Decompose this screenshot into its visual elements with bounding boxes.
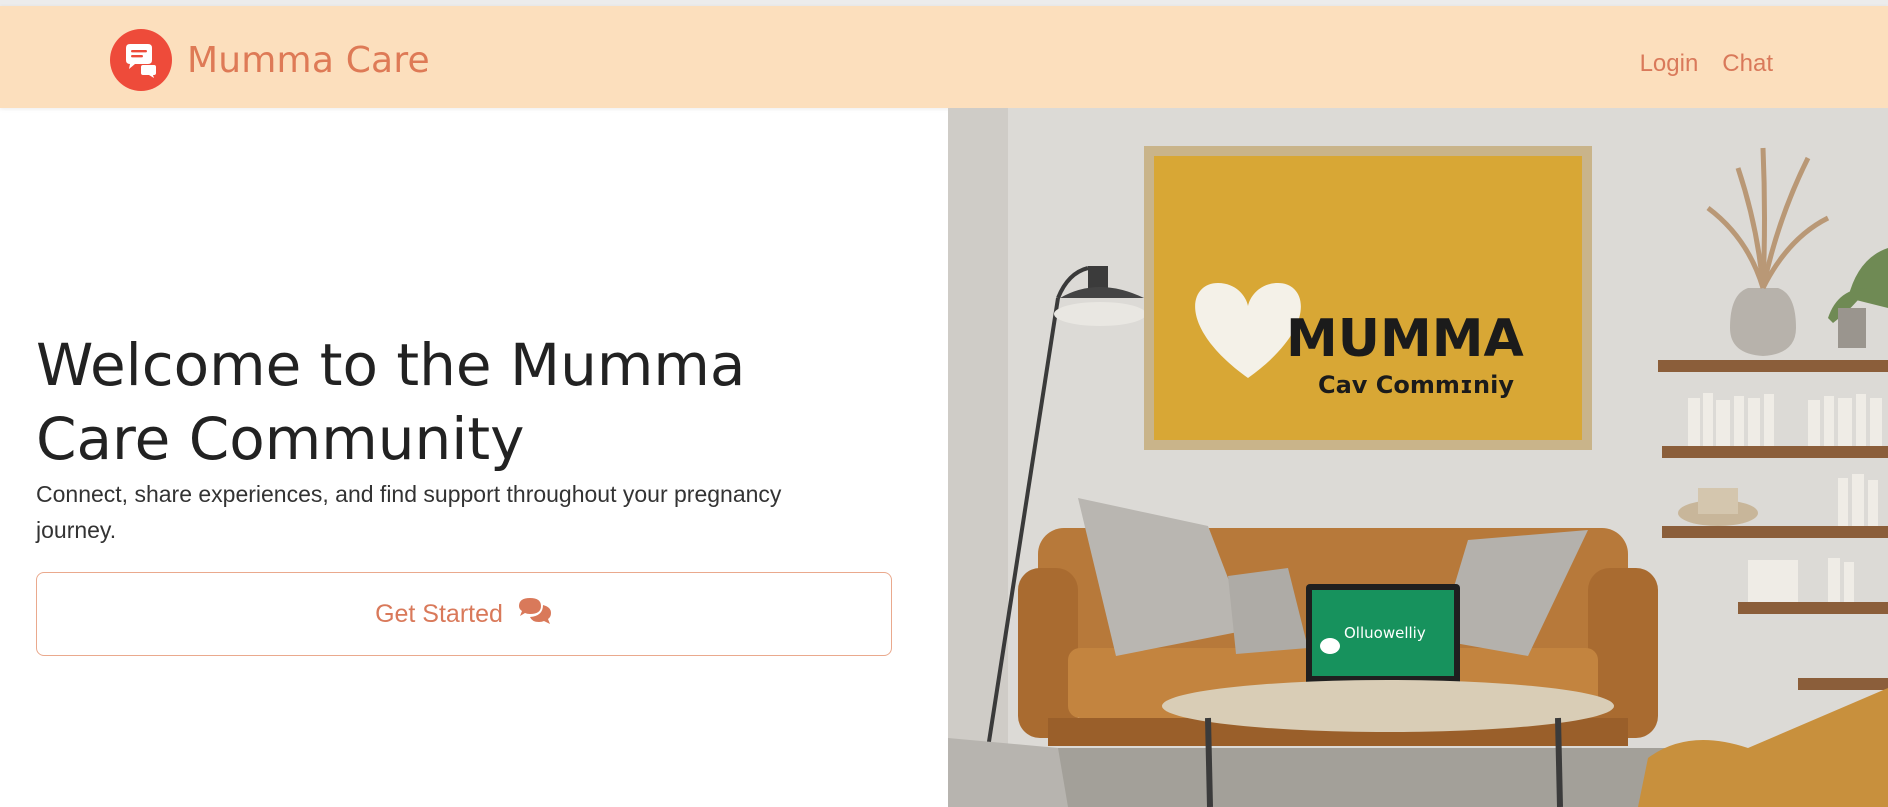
nav-chat-link[interactable]: Chat	[1722, 50, 1773, 78]
svg-text:MUMMA: MUMMA	[1286, 309, 1524, 369]
hero-title: Welcome to the Mumma Care Community	[36, 331, 746, 473]
brand-link[interactable]: Mumma Care	[110, 29, 430, 91]
brand-name: Mumma Care	[187, 39, 430, 81]
get-started-button[interactable]: Get Started	[36, 572, 892, 656]
hero-living-room-illustration: MUMMA Cav Commɪniy Olluowelliy	[948, 108, 1888, 807]
get-started-label: Get Started	[375, 599, 503, 628]
nav-links: Login Chat	[1640, 50, 1773, 78]
comments-icon	[517, 596, 553, 633]
navbar: Mumma Care Login Chat	[0, 6, 1888, 108]
svg-text:Cav Commɪniy: Cav Commɪniy	[1318, 371, 1514, 399]
hero-subtitle: Connect, share experiences, and find sup…	[36, 481, 782, 543]
nav-login-link[interactable]: Login	[1640, 50, 1699, 78]
hero-text-section: Welcome to the Mumma Care Community Conn…	[36, 108, 896, 807]
svg-text:Olluowelliy: Olluowelliy	[1344, 624, 1426, 642]
chat-bubbles-icon	[110, 29, 172, 91]
